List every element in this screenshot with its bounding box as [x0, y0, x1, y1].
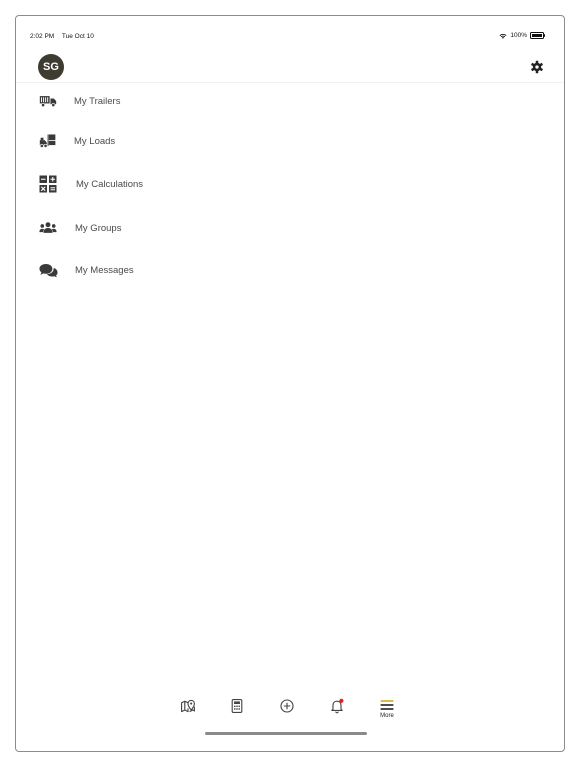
calculator-icon: [231, 699, 243, 713]
status-bar: 2:02 PM Tue Oct 10 100%: [16, 16, 564, 40]
menu-item-calculations[interactable]: My Calculations: [38, 170, 143, 198]
map-icon: [181, 699, 195, 713]
battery-percent: 100%: [510, 32, 527, 39]
users-icon: [38, 218, 58, 238]
comments-icon: [38, 260, 58, 280]
forklift-icon: [38, 131, 58, 151]
menu-item-label: My Loads: [74, 135, 116, 147]
tab-add[interactable]: [273, 698, 301, 728]
menu-item-messages[interactable]: My Messages: [38, 256, 134, 284]
tab-calculator[interactable]: [223, 698, 251, 728]
menu-item-label: My Calculations: [76, 178, 144, 190]
gear-icon[interactable]: [530, 60, 544, 74]
status-left: 2:02 PM Tue Oct 10: [30, 33, 100, 40]
menu-item-trailers[interactable]: My Trailers: [38, 87, 120, 115]
menu-item-groups[interactable]: My Groups: [38, 214, 121, 242]
menu-item-label: My Groups: [75, 222, 122, 234]
tab-notifications[interactable]: [323, 698, 351, 728]
home-indicator[interactable]: [205, 732, 367, 735]
avatar[interactable]: SG: [38, 54, 64, 80]
menu-item-label: My Trailers: [74, 95, 121, 107]
wifi-icon: [499, 33, 507, 39]
tab-bar: More: [16, 691, 564, 751]
bell-icon: [331, 698, 344, 714]
calculator-icon: [38, 174, 58, 194]
top-bar: SG: [16, 52, 564, 83]
status-time: 2:02 PM: [30, 33, 55, 40]
ipad-frame: 2:02 PM Tue Oct 10 100% SG My Trailers M…: [15, 15, 565, 752]
tab-more[interactable]: More: [373, 698, 401, 728]
menu-icon: [380, 700, 394, 710]
tab-more-label: More: [380, 713, 394, 719]
tab-map[interactable]: [174, 698, 202, 728]
status-date: Tue Oct 10: [61, 33, 94, 40]
menu-item-label: My Messages: [75, 264, 134, 276]
menu-item-loads[interactable]: My Loads: [38, 127, 115, 155]
truck-icon: [38, 91, 58, 111]
add-circle-icon: [280, 699, 294, 713]
status-right: 100%: [499, 32, 546, 39]
battery-icon: [530, 32, 546, 39]
